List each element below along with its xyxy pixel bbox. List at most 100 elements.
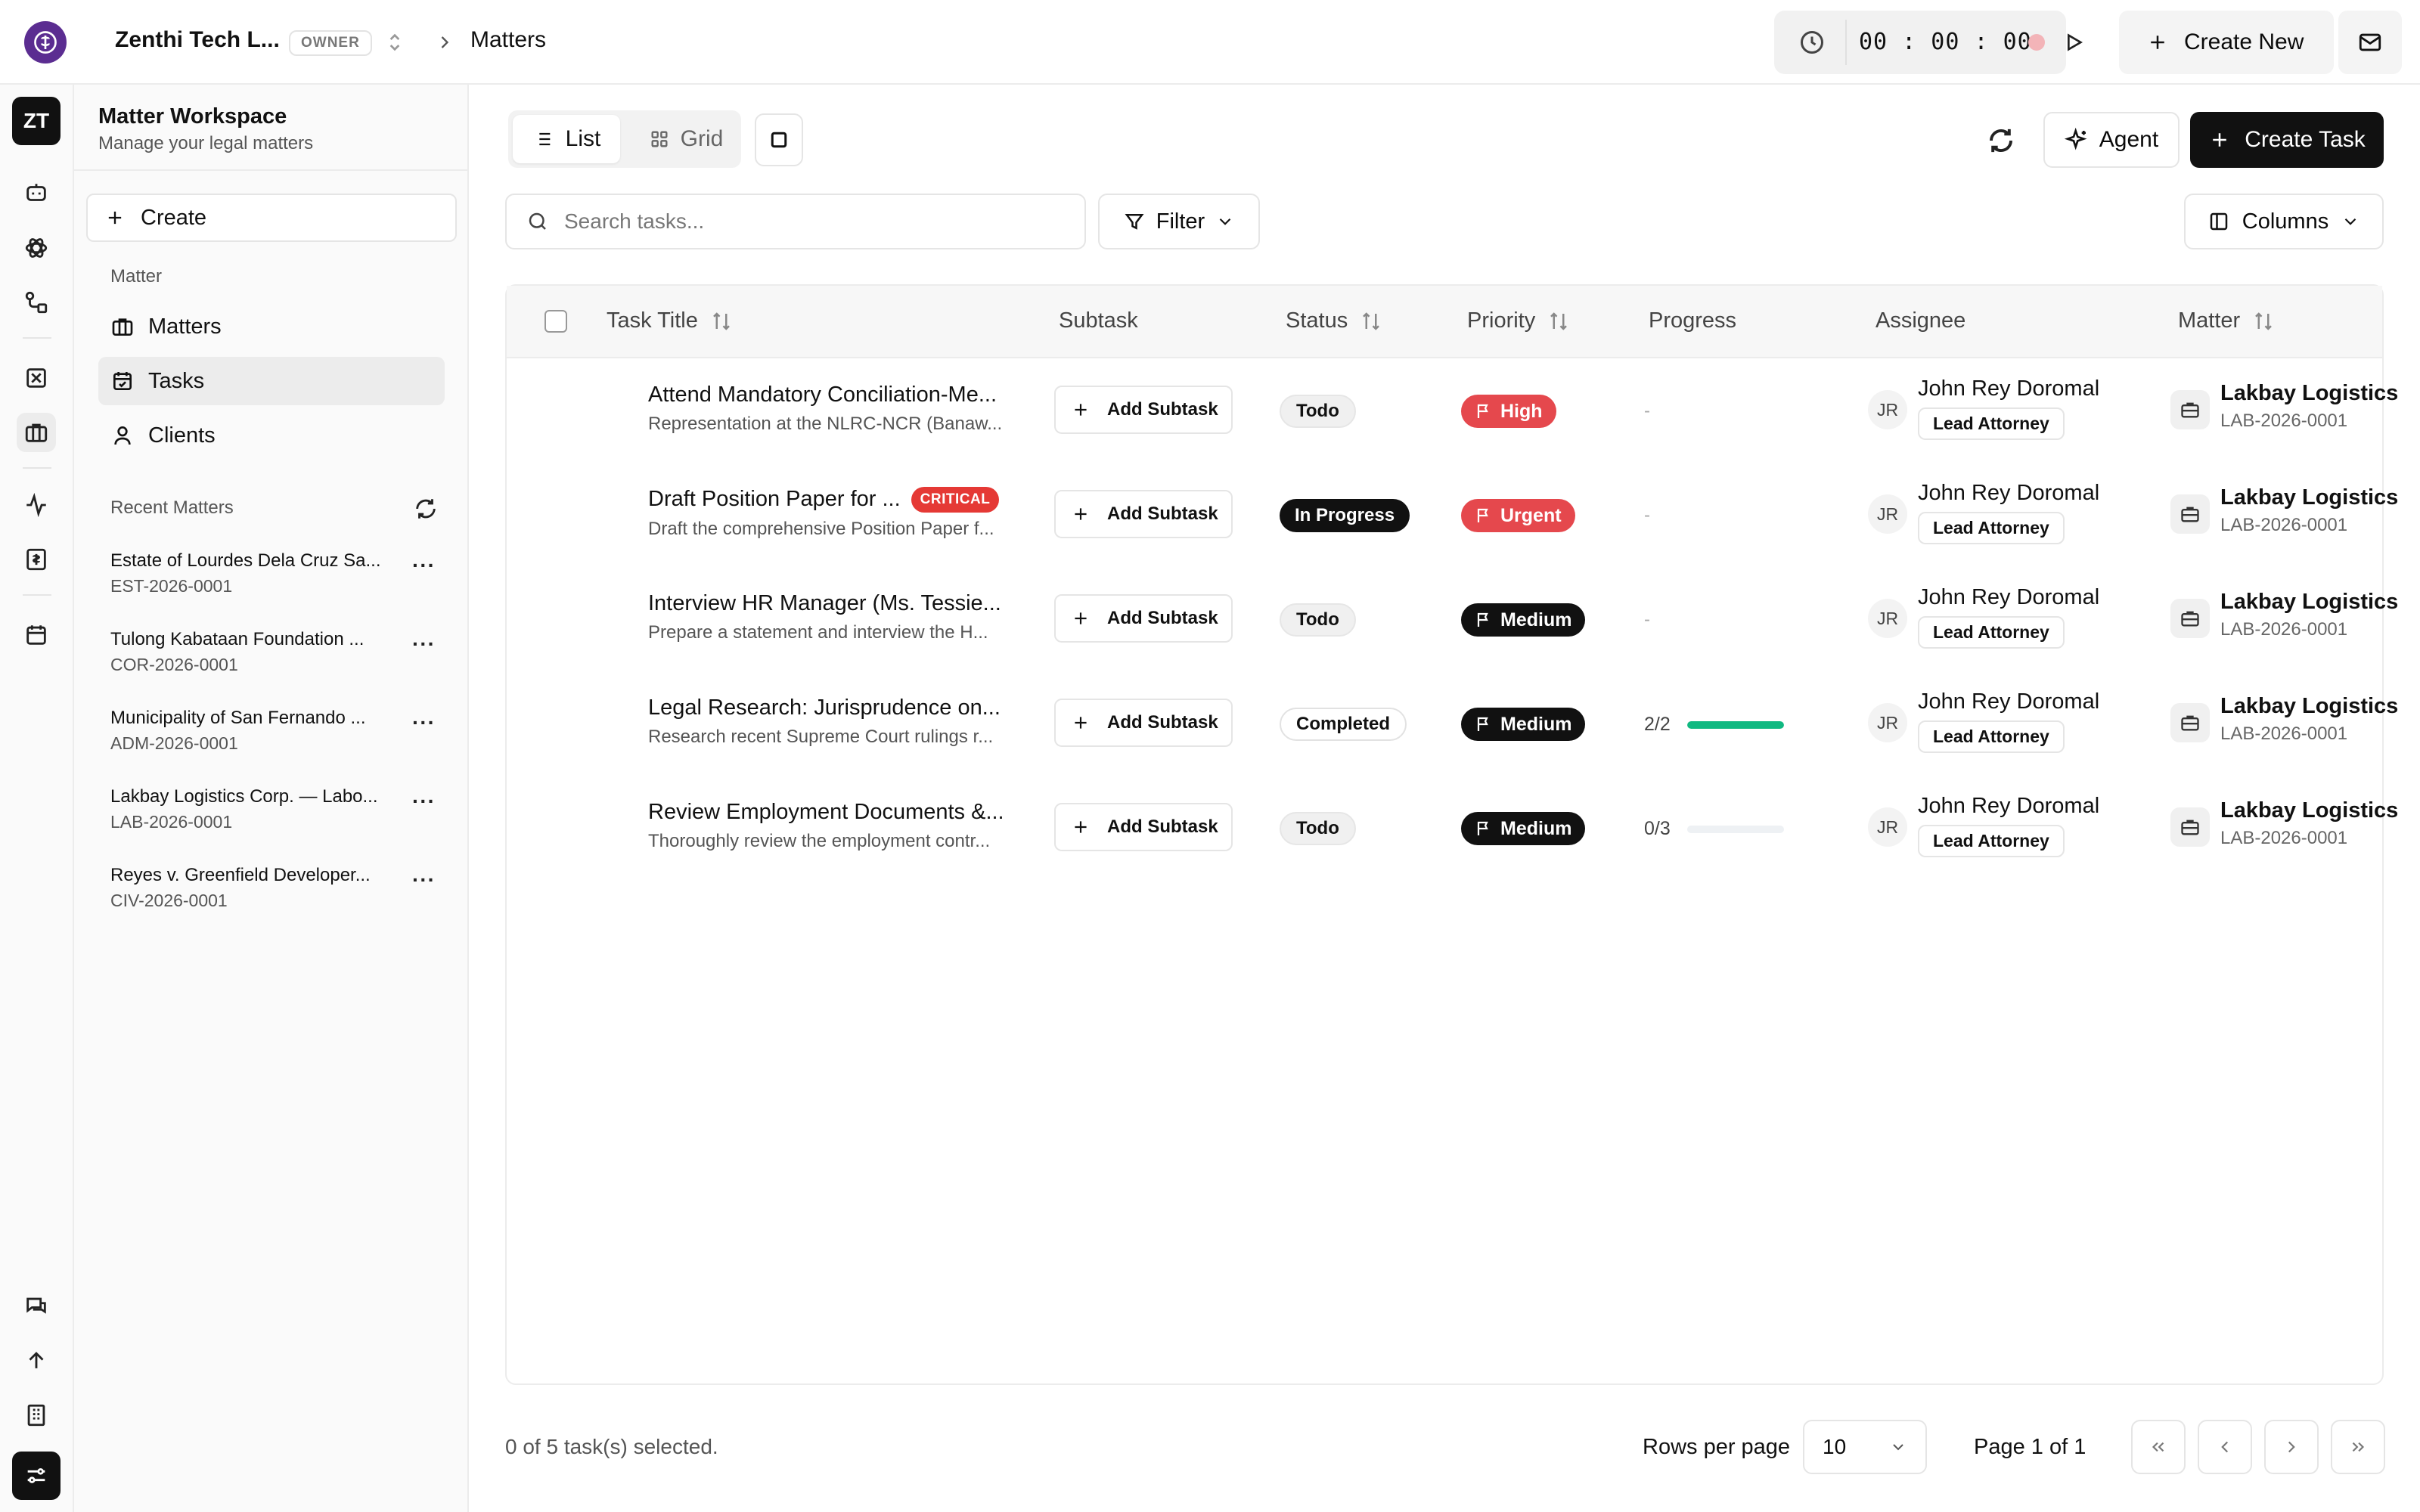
task-title-cell[interactable]: Legal Research: Jurisprudence on... Resea… <box>648 696 1001 748</box>
nav-item-clients[interactable]: Clients <box>98 411 445 460</box>
calendar-icon[interactable] <box>17 615 56 655</box>
add-subtask-button[interactable]: Add Subtask <box>1054 594 1233 643</box>
table-row[interactable]: Draft Position Paper for ... CRITICAL Draf… <box>507 463 2398 567</box>
status-badge[interactable]: In Progress <box>1280 499 1410 532</box>
task-title-cell[interactable]: Interview HR Manager (Ms. Tessie... Prepa… <box>648 591 1001 643</box>
priority-badge[interactable]: Medium <box>1461 812 1586 845</box>
nav-item-tasks[interactable]: Tasks <box>98 357 445 405</box>
arrow-up-icon[interactable] <box>17 1341 56 1380</box>
matter-name[interactable]: Lakbay Logistics <box>2220 694 2398 719</box>
building-icon[interactable] <box>17 1396 56 1435</box>
status-badge[interactable]: Todo <box>1280 395 1356 428</box>
column-header-priority[interactable]: Priority <box>1467 308 1570 333</box>
create-task-button[interactable]: Create Task <box>2190 112 2384 168</box>
chat-bot-icon[interactable] <box>17 174 56 213</box>
first-page-button[interactable] <box>2131 1420 2186 1474</box>
priority-badge[interactable]: High <box>1461 395 1556 428</box>
refresh-recent-icon[interactable] <box>413 496 439 522</box>
matter-cell[interactable]: Lakbay Logistics LAB-2026-0001 <box>2220 798 2398 849</box>
workspace-avatar[interactable]: ZT <box>12 97 60 145</box>
table-row[interactable]: Review Employment Documents &... Thorough… <box>507 776 2398 880</box>
create-new-button[interactable]: Create New <box>2119 11 2334 74</box>
matter-name[interactable]: Lakbay Logistics <box>2220 485 2398 510</box>
list-view-button[interactable]: List <box>513 115 620 163</box>
org-name[interactable]: Zenthi Tech L... <box>115 27 280 53</box>
search-input[interactable] <box>564 209 1063 234</box>
select-all-checkbox[interactable] <box>544 310 567 333</box>
priority-badge[interactable]: Medium <box>1461 603 1586 637</box>
nav-item-matters[interactable]: Matters <box>98 302 445 351</box>
table-row[interactable]: Legal Research: Jurisprudence on... Resea… <box>507 671 2398 776</box>
more-options-icon[interactable]: ··· <box>412 553 436 578</box>
add-subtask-button[interactable]: Add Subtask <box>1054 699 1233 747</box>
breadcrumb-current[interactable]: Matters <box>470 27 546 53</box>
next-page-button[interactable] <box>2264 1420 2319 1474</box>
table-row[interactable]: Interview HR Manager (Ms. Tessie... Prepa… <box>507 567 2398 671</box>
column-header-matter[interactable]: Matter <box>2178 308 2275 333</box>
matter-cell[interactable]: Lakbay Logistics LAB-2026-0001 <box>2220 485 2398 536</box>
add-subtask-button[interactable]: Add Subtask <box>1054 386 1233 434</box>
column-header-status[interactable]: Status <box>1286 308 1382 333</box>
columns-button[interactable]: Columns <box>2184 194 2384 249</box>
column-header-title[interactable]: Task Title <box>607 308 733 333</box>
priority-badge[interactable]: Medium <box>1461 708 1586 741</box>
task-title-cell[interactable]: Review Employment Documents &... Thorough… <box>648 800 1004 852</box>
board-view-button[interactable] <box>755 113 803 166</box>
task-title-cell[interactable]: Draft Position Paper for ... CRITICAL Draf… <box>648 487 1000 540</box>
task-title[interactable]: Interview HR Manager (Ms. Tessie... <box>648 591 1001 615</box>
mail-button[interactable] <box>2338 11 2402 74</box>
last-page-button[interactable] <box>2331 1420 2385 1474</box>
messages-icon[interactable] <box>17 1287 56 1326</box>
atom-icon[interactable] <box>17 228 56 268</box>
spreadsheet-icon[interactable] <box>17 358 56 398</box>
matter-cell[interactable]: Lakbay Logistics LAB-2026-0001 <box>2220 381 2398 432</box>
grid-view-button[interactable]: Grid <box>637 115 735 163</box>
recent-matter-item[interactable]: Municipality of San Fernando ... ADM-202… <box>110 708 443 754</box>
status-badge[interactable]: Todo <box>1280 603 1356 637</box>
sort-icon[interactable] <box>1547 310 1570 333</box>
briefcase-icon[interactable] <box>17 413 56 452</box>
matter-name[interactable]: Lakbay Logistics <box>2220 798 2398 823</box>
recent-matter-item[interactable]: Estate of Lourdes Dela Cruz Sa... EST-20… <box>110 550 443 596</box>
table-row[interactable]: Attend Mandatory Conciliation-Me... Repre… <box>507 358 2398 463</box>
agent-button[interactable]: Agent <box>2043 112 2180 168</box>
sort-icon[interactable] <box>2252 310 2275 333</box>
sort-icon[interactable] <box>710 310 733 333</box>
matter-cell[interactable]: Lakbay Logistics LAB-2026-0001 <box>2220 694 2398 745</box>
recent-matter-item[interactable]: Lakbay Logistics Corp. — Labo... LAB-202… <box>110 786 443 832</box>
panel-create-button[interactable]: Create <box>86 194 457 242</box>
org-logo[interactable] <box>24 21 67 64</box>
more-options-icon[interactable]: ··· <box>412 789 436 813</box>
play-icon[interactable] <box>2062 30 2086 54</box>
settings-sliders-icon[interactable] <box>12 1452 60 1500</box>
workflow-icon[interactable] <box>17 283 56 322</box>
org-switcher-icon[interactable] <box>383 30 407 54</box>
status-badge[interactable]: Todo <box>1280 812 1356 845</box>
square-icon <box>771 132 787 148</box>
more-options-icon[interactable]: ··· <box>412 711 436 735</box>
task-title[interactable]: Attend Mandatory Conciliation-Me... <box>648 383 997 407</box>
matter-cell[interactable]: Lakbay Logistics LAB-2026-0001 <box>2220 590 2398 640</box>
more-options-icon[interactable]: ··· <box>412 868 436 892</box>
status-badge[interactable]: Completed <box>1280 708 1407 741</box>
column-header-label: Priority <box>1467 308 1536 333</box>
more-options-icon[interactable]: ··· <box>412 632 436 656</box>
filter-button[interactable]: Filter <box>1098 194 1260 249</box>
recent-matter-item[interactable]: Reyes v. Greenfield Developer... CIV-202… <box>110 865 443 911</box>
rows-per-page-select[interactable]: 10 <box>1803 1420 1927 1474</box>
task-title[interactable]: Draft Position Paper for ... <box>648 487 901 511</box>
sort-icon[interactable] <box>1360 310 1382 333</box>
add-subtask-button[interactable]: Add Subtask <box>1054 803 1233 851</box>
priority-badge[interactable]: Urgent <box>1461 499 1575 532</box>
activity-icon[interactable] <box>17 485 56 525</box>
refresh-tasks-icon[interactable] <box>1981 121 2021 160</box>
prev-page-button[interactable] <box>2198 1420 2252 1474</box>
matter-name[interactable]: Lakbay Logistics <box>2220 381 2398 406</box>
billing-icon[interactable] <box>17 540 56 579</box>
recent-matter-item[interactable]: Tulong Kabataan Foundation ... COR-2026-… <box>110 629 443 675</box>
task-title[interactable]: Legal Research: Jurisprudence on... <box>648 696 1001 720</box>
task-title-cell[interactable]: Attend Mandatory Conciliation-Me... Repre… <box>648 383 1002 435</box>
task-title[interactable]: Review Employment Documents &... <box>648 800 1004 824</box>
matter-name[interactable]: Lakbay Logistics <box>2220 590 2398 615</box>
add-subtask-button[interactable]: Add Subtask <box>1054 490 1233 538</box>
